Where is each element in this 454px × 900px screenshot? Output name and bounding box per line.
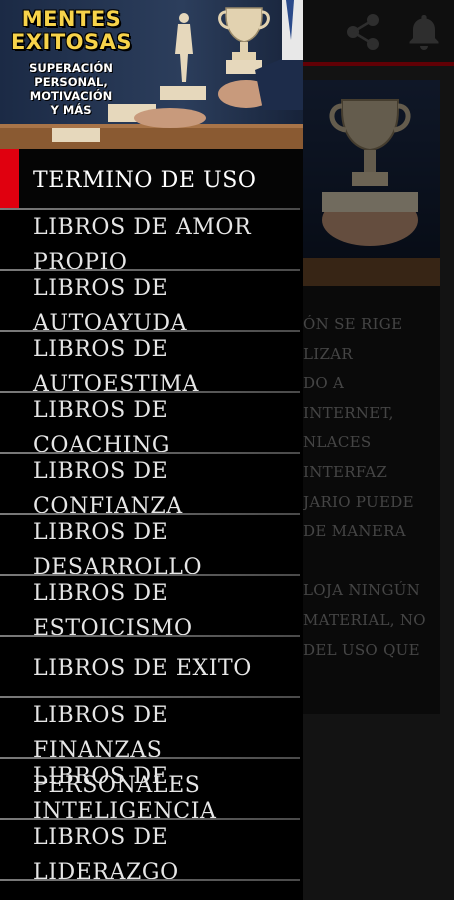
divider	[0, 879, 300, 881]
menu-item-finanzas-personales[interactable]: LIBROS DE FINANZAS PERSONALES	[0, 698, 303, 798]
menu-item-autoayuda[interactable]: LIBROS DE AUTOAYUDA	[0, 271, 303, 336]
menu-item-estoicismo[interactable]: LIBROS DE ESTOICISMO	[0, 576, 303, 641]
menu-item-label: TERMINO DE USO	[33, 168, 257, 193]
brand-subtitle: SUPERACIÓN PERSONAL, MOTIVACIÓN Y MÁS	[29, 61, 113, 117]
menu-item-exito[interactable]: LIBROS DE EXITO	[0, 637, 303, 698]
drawer-header: MENTES EXITOSAS SUPERACIÓN PERSONAL, MOT…	[0, 0, 303, 149]
navigation-drawer: MENTES EXITOSAS SUPERACIÓN PERSONAL, MOT…	[0, 0, 303, 900]
menu-item-coaching[interactable]: LIBROS DE COACHING	[0, 393, 303, 458]
active-indicator	[0, 149, 19, 210]
menu-item-autoestima[interactable]: LIBROS DE AUTOESTIMA	[0, 332, 303, 397]
menu-item-label: LIBROS DE EXITO	[33, 656, 252, 681]
menu-item-inteligencia[interactable]: LIBROS DE INTELIGENCIA	[0, 759, 303, 824]
menu-item-liderazgo[interactable]: LIBROS DE LIDERAZGO	[0, 820, 303, 885]
menu-item-amor-propio[interactable]: LIBROS DE AMOR PROPIO	[0, 210, 303, 275]
menu-item-desarrollo[interactable]: LIBROS DE DESARROLLO	[0, 515, 303, 580]
menu-item-termino-de-uso[interactable]: TERMINO DE USO	[0, 149, 303, 210]
brand-title: MENTES EXITOSAS	[10, 7, 133, 54]
drawer-menu: TERMINO DE USO LIBROS DE AMOR PROPIO LIB…	[0, 149, 303, 885]
menu-item-confianza[interactable]: LIBROS DE CONFIANZA	[0, 454, 303, 519]
